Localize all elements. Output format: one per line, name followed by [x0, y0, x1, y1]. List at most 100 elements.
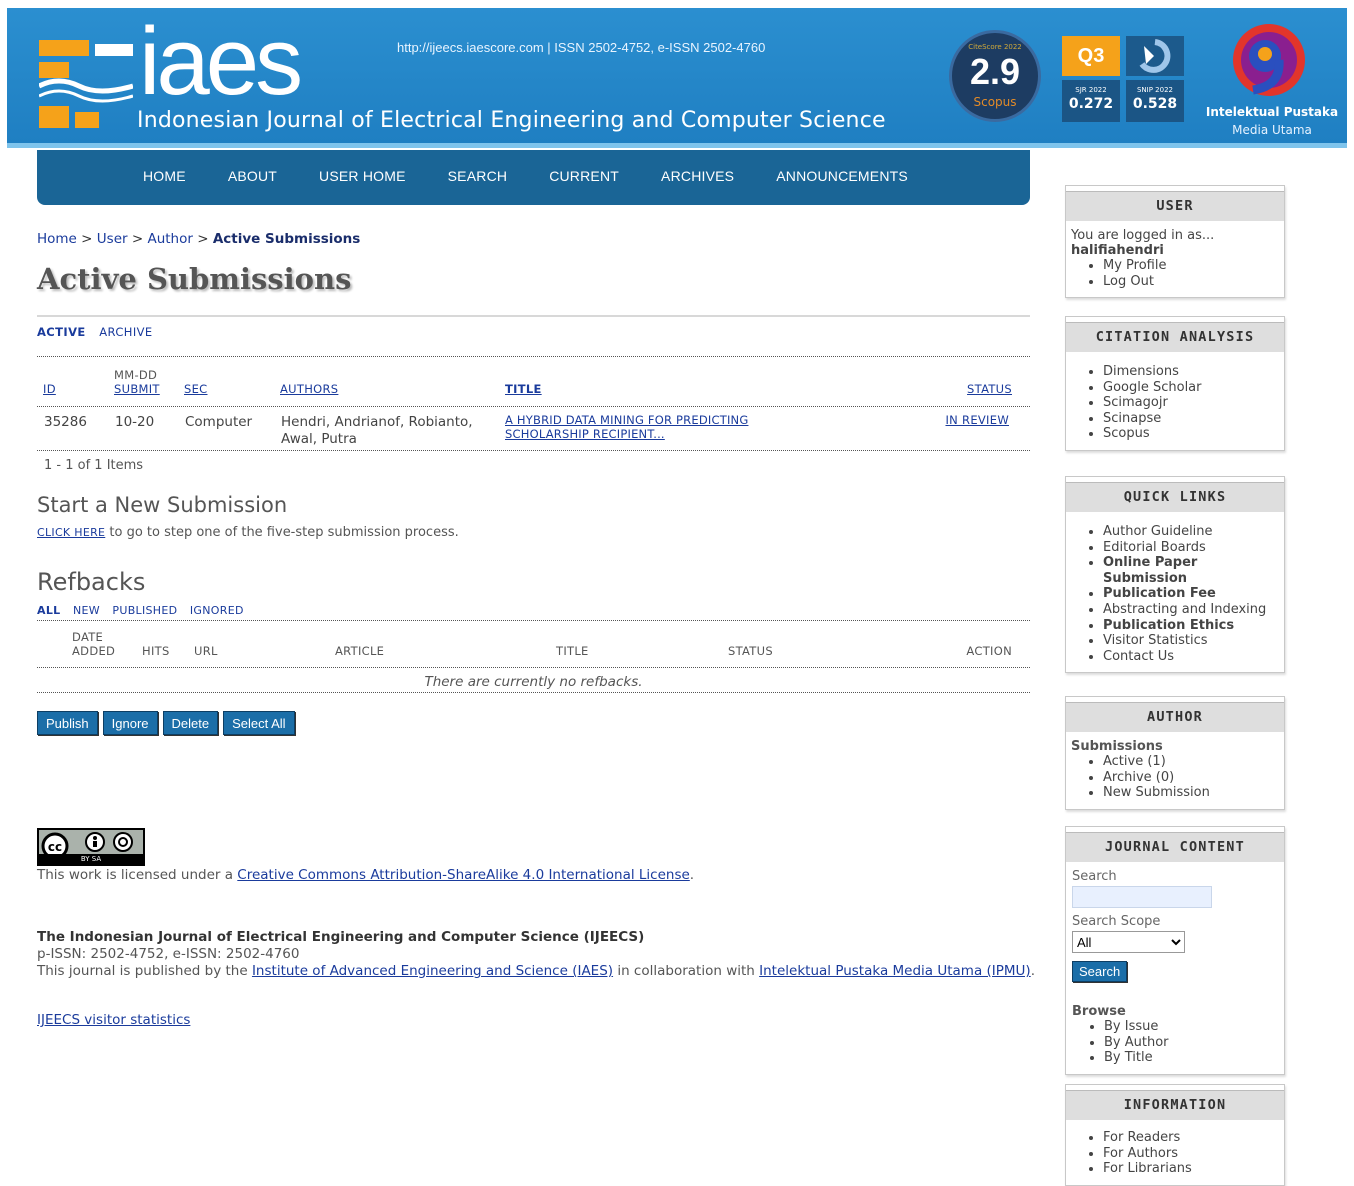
archive-submissions-link[interactable]: Archive (0)	[1103, 770, 1279, 786]
sjr-value: 0.272	[1068, 96, 1114, 112]
title-line2: SCHOLARSHIP RECIPIENT...	[505, 427, 665, 441]
username: halifiahendri	[1071, 243, 1164, 258]
citescore-value: 2.9	[969, 51, 1021, 92]
status-link[interactable]: IN REVIEW	[945, 413, 1009, 427]
breadcrumb: Home > User > Author > Active Submission…	[37, 231, 360, 247]
nav-archives[interactable]: ARCHIVES	[661, 168, 734, 184]
browse-by-author-link[interactable]: By Author	[1104, 1035, 1279, 1051]
journal-name: Indonesian Journal of Electrical Enginee…	[137, 108, 886, 133]
browse-by-issue-link[interactable]: By Issue	[1104, 1019, 1279, 1035]
page-title: Active Submissions	[37, 262, 352, 296]
citescore-badge: CiteScore 2022 2.9 Scopus	[949, 30, 1041, 122]
browse-by-title-link[interactable]: By Title	[1104, 1050, 1279, 1066]
col-date-submit[interactable]: SUBMIT	[114, 382, 160, 396]
footer-publisher: This journal is published by the Institu…	[37, 963, 1037, 980]
license-link[interactable]: Creative Commons Attribution-ShareAlike …	[237, 867, 690, 883]
dimensions-link[interactable]: Dimensions	[1103, 364, 1279, 380]
ipmu-link[interactable]: Intelektual Pustaka Media Utama (IPMU)	[759, 963, 1031, 979]
tab-new[interactable]: NEW	[73, 604, 100, 617]
intelektual-pustaka-logo-icon	[1233, 24, 1305, 96]
search-scope-select[interactable]: All	[1072, 931, 1185, 953]
col-hits: HITS	[142, 644, 170, 658]
tab-archive[interactable]: ARCHIVE	[99, 325, 152, 339]
citescore-source: Scopus	[973, 95, 1017, 109]
nav-home[interactable]: HOME	[143, 168, 186, 184]
col-url: URL	[194, 644, 218, 658]
for-authors-link[interactable]: For Authors	[1103, 1146, 1279, 1162]
citescore-label: CiteScore 2022	[968, 43, 1022, 51]
scinapse-link[interactable]: Scinapse	[1103, 411, 1279, 427]
breadcrumb-user[interactable]: User	[97, 231, 128, 247]
nav-user-home[interactable]: USER HOME	[319, 168, 406, 184]
col-authors[interactable]: AUTHORS	[280, 382, 338, 396]
author-block-title: AUTHOR	[1066, 702, 1284, 732]
scimagojr-link[interactable]: Scimagojr	[1103, 395, 1279, 411]
author-guideline-link[interactable]: Author Guideline	[1103, 524, 1279, 540]
col-article: ARTICLE	[335, 644, 385, 658]
divider	[37, 450, 1030, 451]
breadcrumb-author[interactable]: Author	[147, 231, 192, 247]
delete-button[interactable]: Delete	[162, 711, 219, 735]
row-authors-line1: Hendri, Andrianof, Robianto,	[281, 414, 473, 430]
abstracting-indexing-link[interactable]: Abstracting and Indexing	[1103, 602, 1279, 618]
new-submission-link[interactable]: New Submission	[1103, 785, 1279, 801]
submissions-table-header: ID MM-DD SUBMIT SEC AUTHORS TITLE STATUS	[37, 366, 1030, 398]
col-id[interactable]: ID	[43, 382, 56, 396]
active-submissions-link[interactable]: Active (1)	[1103, 754, 1279, 770]
publication-fee-link[interactable]: Publication Fee	[1103, 586, 1279, 602]
for-readers-link[interactable]: For Readers	[1103, 1130, 1279, 1146]
publication-ethics-link[interactable]: Publication Ethics	[1103, 618, 1279, 634]
visitor-statistics-sidebar-link[interactable]: Visitor Statistics	[1103, 633, 1279, 649]
nav-search[interactable]: SEARCH	[448, 168, 508, 184]
contact-us-link[interactable]: Contact Us	[1103, 649, 1279, 665]
col-status[interactable]: STATUS	[967, 382, 1012, 396]
snip-value: 0.528	[1132, 96, 1178, 112]
editorial-boards-link[interactable]: Editorial Boards	[1103, 540, 1279, 556]
breadcrumb-home[interactable]: Home	[37, 231, 77, 247]
iaes-link[interactable]: Institute of Advanced Engineering and Sc…	[252, 963, 613, 979]
click-here-link[interactable]: CLICK HERE	[37, 526, 105, 539]
tab-ignored[interactable]: IGNORED	[190, 604, 244, 617]
nav-about[interactable]: ABOUT	[228, 168, 277, 184]
sjr-label: SJR 2022	[1075, 86, 1107, 94]
ignore-button[interactable]: Ignore	[102, 711, 158, 735]
visitor-statistics-link[interactable]: IJEECS visitor statistics	[37, 1012, 190, 1028]
select-all-button[interactable]: Select All	[223, 711, 295, 735]
my-profile-link[interactable]: My Profile	[1103, 258, 1279, 274]
col-title[interactable]: TITLE	[505, 382, 542, 396]
publisher-name: Intelektual Pustaka	[1205, 105, 1339, 119]
cc-by-sa-icon: cc	[41, 832, 133, 860]
breadcrumb-separator: >	[81, 231, 93, 247]
search-input[interactable]	[1072, 886, 1212, 908]
search-button[interactable]: Search	[1072, 961, 1128, 982]
title-divider	[37, 315, 1030, 317]
nav-announcements[interactable]: ANNOUNCEMENTS	[776, 168, 908, 184]
col-date-added: ADDED	[72, 644, 116, 658]
tab-all[interactable]: ALL	[37, 604, 60, 617]
new-submission-description: to go to step one of the five-step submi…	[105, 525, 459, 540]
tab-active[interactable]: ACTIVE	[37, 325, 86, 339]
nav-current[interactable]: CURRENT	[549, 168, 619, 184]
breadcrumb-separator: >	[131, 231, 144, 247]
for-librarians-link[interactable]: For Librarians	[1103, 1161, 1279, 1177]
log-out-link[interactable]: Log Out	[1103, 274, 1279, 290]
google-scholar-link[interactable]: Google Scholar	[1103, 380, 1279, 396]
cc-license-badge[interactable]: cc BY SA	[37, 828, 145, 866]
information-block: INFORMATION For Readers For Authors For …	[1065, 1084, 1285, 1186]
scopus-link[interactable]: Scopus	[1103, 426, 1279, 442]
new-submission-text: CLICK HERE to go to step one of the five…	[37, 525, 459, 540]
refbacks-heading: Refbacks	[37, 568, 146, 596]
citation-analysis-block: CITATION ANALYSIS Dimensions Google Scho…	[1065, 316, 1285, 451]
row-section: Computer	[185, 414, 253, 430]
col-date-top: MM-DD	[114, 368, 158, 382]
refbacks-table-header: DATE ADDED HITS URL ARTICLE TITLE STATUS…	[37, 630, 1030, 660]
online-paper-submission-link[interactable]: Online Paper Submission	[1103, 555, 1279, 586]
tab-published[interactable]: PUBLISHED	[112, 604, 177, 617]
svg-text:cc: cc	[48, 840, 62, 854]
publisher-mid: in collaboration with	[613, 963, 760, 979]
publish-button[interactable]: Publish	[37, 711, 98, 735]
submission-title-link[interactable]: A HYBRID DATA MINING FOR PREDICTING SCHO…	[505, 413, 748, 441]
table-row: 35286 10-20 Computer Hendri, Andrianof, …	[37, 412, 1030, 448]
breadcrumb-current: Active Submissions	[212, 231, 361, 247]
col-sec[interactable]: SEC	[184, 382, 208, 396]
